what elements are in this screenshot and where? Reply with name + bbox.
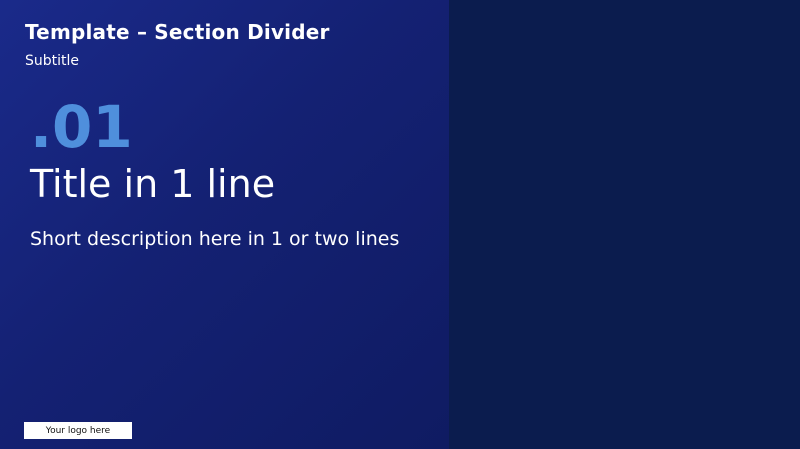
- logo-placeholder-text: Your logo here: [45, 425, 111, 436]
- slide-subtitle: Subtitle: [25, 53, 80, 69]
- slide-title: Template – Section Divider: [25, 20, 330, 44]
- section-divider-slide: Template – Section Divider Subtitle .01 …: [0, 0, 800, 449]
- section-number: .01: [30, 93, 133, 161]
- logo-placeholder: Your logo here: [24, 422, 132, 439]
- right-dark-panel: [449, 0, 800, 449]
- section-title: Title in 1 line: [30, 162, 276, 206]
- section-description: Short description here in 1 or two lines: [30, 228, 400, 250]
